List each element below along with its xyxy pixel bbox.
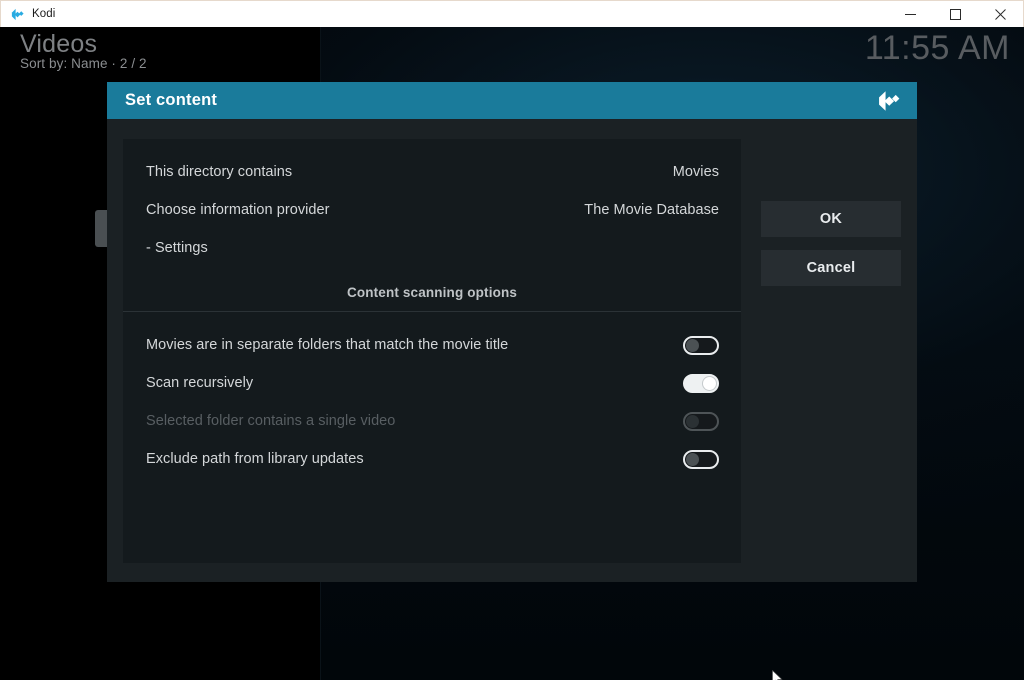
setting-row-single-video: Selected folder contains a single video [123, 402, 741, 440]
setting-label: Exclude path from library updates [146, 451, 364, 467]
page-title: Videos [20, 30, 98, 58]
minimize-icon[interactable] [888, 1, 933, 28]
dialog-button-column: OK Cancel [761, 201, 901, 299]
setting-label: Selected folder contains a single video [146, 413, 396, 429]
setting-row-scan-recursively[interactable]: Scan recursively [123, 364, 741, 402]
setting-row-settings[interactable]: - Settings [123, 229, 741, 267]
toggle-single-video [683, 411, 719, 431]
toggle-separate-folders[interactable] [683, 335, 719, 355]
toggle-exclude-path[interactable] [683, 449, 719, 469]
titlebar-app-identity: Kodi [1, 7, 55, 22]
toggle-knob [686, 452, 699, 466]
setting-row-information-provider[interactable]: Choose information provider The Movie Da… [123, 191, 741, 229]
window-controls [888, 1, 1023, 28]
toggle-knob [686, 338, 699, 352]
dialog-title: Set content [125, 91, 218, 109]
setting-row-exclude-path[interactable]: Exclude path from library updates [123, 440, 741, 478]
close-icon[interactable] [978, 1, 1023, 28]
clock: 11:55 AM [864, 29, 1010, 67]
setting-row-directory-contains[interactable]: This directory contains Movies [123, 153, 741, 191]
page-subtitle: Sort by: Name · 2 / 2 [20, 56, 147, 71]
dialog-header: Set content [107, 82, 917, 119]
kodi-application-window: Kodi Videos Sort by: Name · 2 / 2 11:55 … [0, 0, 1024, 680]
cancel-button[interactable]: Cancel [761, 250, 901, 286]
window-titlebar: Kodi [0, 0, 1024, 27]
mouse-cursor [772, 669, 784, 680]
setting-value: Movies [672, 164, 719, 180]
kodi-logo-icon [875, 88, 901, 114]
setting-label: Movies are in separate folders that matc… [146, 337, 509, 353]
setting-label: Choose information provider [146, 202, 330, 218]
section-header-content-scanning: Content scanning options [346, 284, 518, 300]
settings-list-panel: This directory contains Movies Choose in… [123, 139, 741, 563]
setting-label: Scan recursively [146, 375, 254, 391]
toggle-knob [686, 414, 699, 428]
window-title: Kodi [32, 8, 56, 20]
dialog-body: This directory contains Movies Choose in… [107, 119, 917, 582]
set-content-dialog: Set content This directory contains Movi… [107, 82, 917, 582]
setting-row-separate-folders[interactable]: Movies are in separate folders that matc… [123, 326, 741, 364]
setting-label: - Settings [146, 240, 208, 256]
toggle-scan-recursively[interactable] [683, 373, 719, 393]
kodi-screen: Videos Sort by: Name · 2 / 2 11:55 AM Se… [0, 27, 1024, 680]
kodi-logo-icon [10, 7, 25, 22]
ok-button[interactable]: OK [761, 201, 901, 237]
maximize-icon[interactable] [933, 1, 978, 28]
toggle-knob [703, 376, 716, 390]
setting-label: This directory contains [146, 164, 293, 180]
setting-value: The Movie Database [584, 202, 719, 218]
